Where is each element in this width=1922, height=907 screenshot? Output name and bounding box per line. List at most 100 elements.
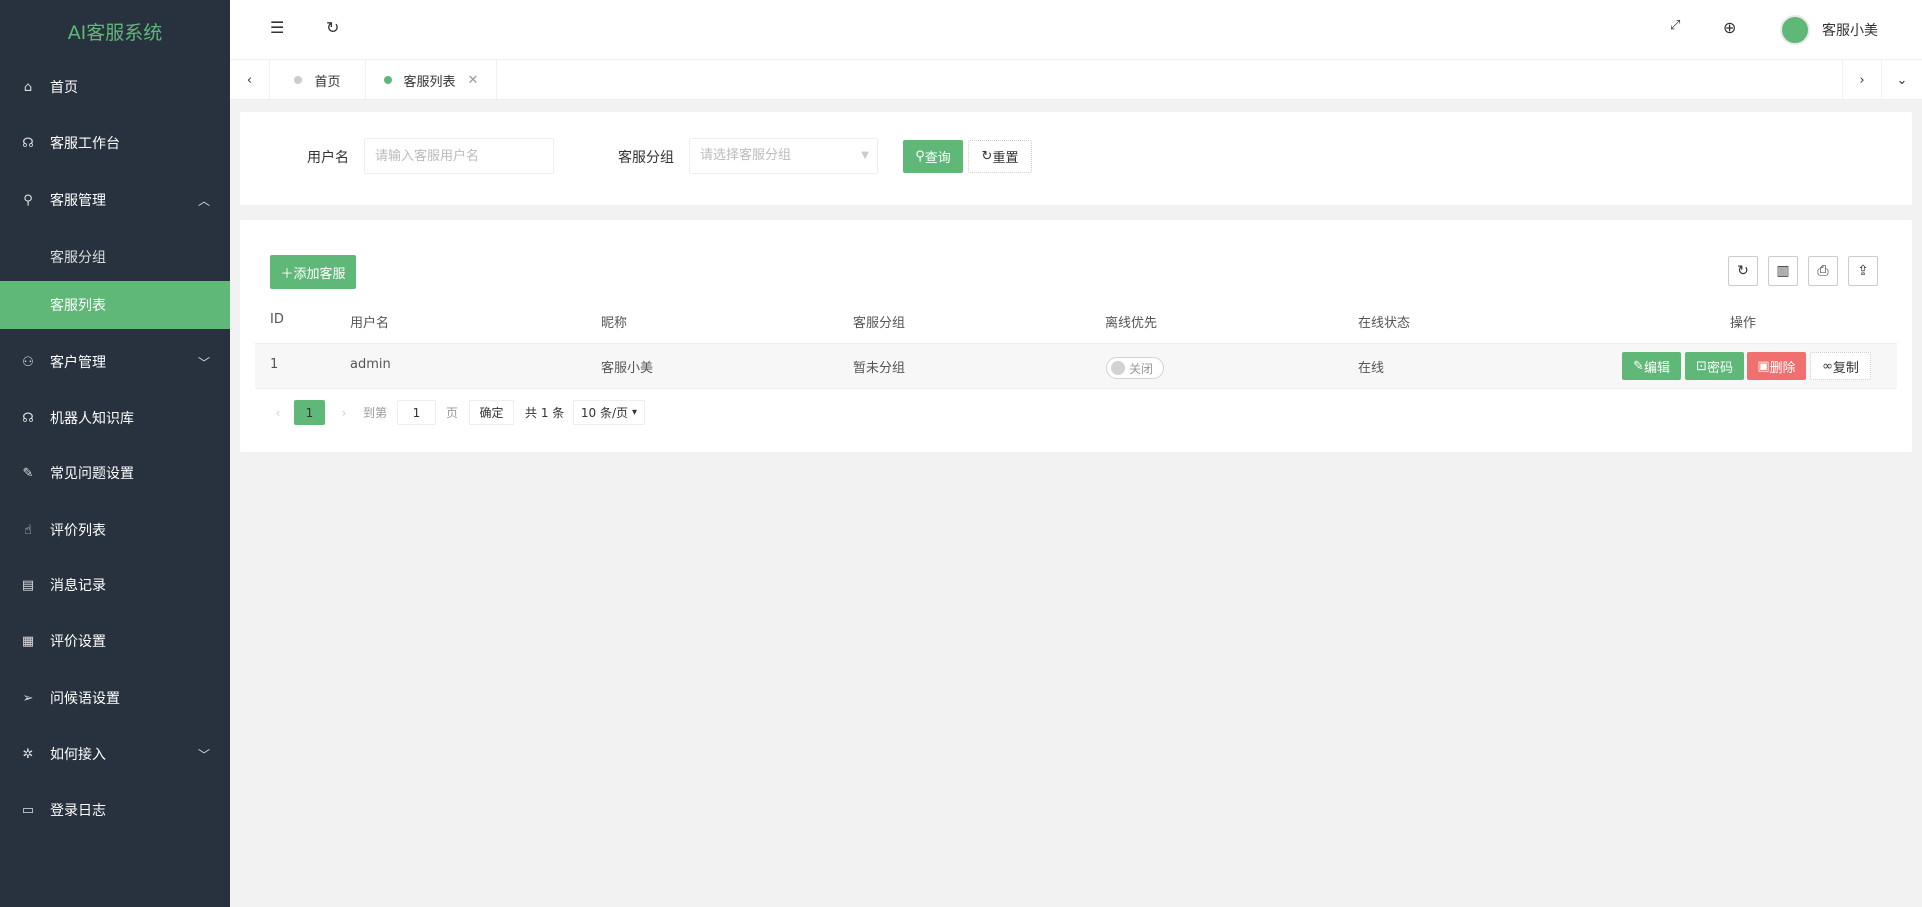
link-icon: ∞: [1822, 358, 1833, 374]
button-label: 添加客服: [293, 266, 346, 282]
sidebar-item-home[interactable]: ⌂ 首页: [0, 59, 230, 115]
reset-button[interactable]: ↻ 重置: [968, 140, 1032, 173]
column-header-actions: 操作: [1730, 316, 1757, 331]
group-select[interactable]: 请选择客服分组 ▼: [689, 138, 878, 174]
tab-bar: ‹ 首页 客服列表 ✕ › ⌄: [230, 60, 1922, 100]
tab-home[interactable]: 首页: [270, 60, 366, 100]
menu-label: 常见问题设置: [50, 466, 134, 482]
plug-icon: ✲: [22, 746, 34, 762]
chevron-up-icon: ︿: [197, 193, 210, 208]
button-label: 重置: [992, 151, 1019, 166]
sidebar-item-faq[interactable]: ✎ 常见问题设置: [0, 445, 230, 501]
page-size-select[interactable]: 10 条/页 ▾: [573, 400, 645, 425]
table-print-button[interactable]: ⎙: [1808, 256, 1838, 286]
next-page-button[interactable]: ›: [336, 400, 352, 425]
prev-page-button[interactable]: ‹: [270, 400, 286, 425]
menu-label: 评价设置: [50, 634, 106, 650]
menu-toggle-icon[interactable]: ☰: [270, 18, 284, 37]
password-button[interactable]: ⊡ 密码: [1685, 352, 1744, 380]
trash-icon: ▣: [1757, 358, 1770, 374]
group-select-placeholder: 请选择客服分组: [700, 148, 792, 163]
menu-label: 客户管理: [50, 355, 106, 371]
users-icon: ⚇: [22, 354, 34, 370]
close-icon[interactable]: ✕: [468, 73, 479, 88]
button-label: 密码: [1706, 360, 1733, 376]
log-icon: ▭: [21, 802, 35, 818]
chevron-left-icon: ‹: [246, 72, 253, 88]
copy-button[interactable]: ∞ 复制: [1810, 352, 1871, 380]
column-header-nickname: 昵称: [601, 316, 628, 331]
sidebar-item-messages[interactable]: ▤ 消息记录: [0, 557, 230, 613]
column-header-offline-first: 离线优先: [1105, 316, 1158, 331]
refresh-icon[interactable]: ↻: [326, 18, 339, 37]
menu-label: 消息记录: [50, 578, 106, 594]
tab-agent-list[interactable]: 客服列表 ✕: [366, 60, 497, 100]
print-icon: ⎙: [1817, 263, 1829, 279]
goto-page-input[interactable]: [397, 400, 436, 425]
tab-dot-icon: [383, 76, 392, 84]
refresh-icon: ↻: [1737, 263, 1749, 279]
tabs-scroll-right[interactable]: ›: [1842, 60, 1882, 100]
table-refresh-button[interactable]: ↻: [1728, 256, 1758, 286]
message-icon: ▤: [21, 577, 35, 593]
menu-label: 机器人知识库: [50, 411, 134, 427]
column-header-group: 客服分组: [853, 316, 906, 331]
goto-confirm-button[interactable]: 确定: [469, 400, 514, 425]
pencil-icon: ✎: [1633, 358, 1644, 374]
menu-label: 问候语设置: [50, 691, 120, 707]
sidebar-item-integration[interactable]: ✲ 如何接入 ﹀: [0, 726, 230, 782]
menu-label: 客服工作台: [50, 136, 120, 152]
total-count: 共 1 条: [525, 406, 565, 420]
cell-id: 1: [270, 357, 279, 372]
sidebar-item-agent-management[interactable]: ⚲ 客服管理 ︿: [0, 172, 230, 228]
sidebar-item-customer-management[interactable]: ⚇ 客户管理 ﹀: [0, 334, 230, 390]
fullscreen-icon[interactable]: ⤢: [1670, 18, 1680, 33]
sidebar-item-agent-groups[interactable]: 客服分组: [0, 233, 230, 281]
sidebar-item-rating-settings[interactable]: ▦ 评价设置: [0, 613, 230, 669]
avatar[interactable]: [1780, 15, 1810, 45]
refresh-icon: ↻: [981, 149, 993, 164]
tab-label: 首页: [314, 74, 341, 90]
chevron-down-icon: ﹀: [197, 747, 210, 762]
column-header-username: 用户名: [350, 316, 390, 331]
sidebar-item-login-log[interactable]: ▭ 登录日志: [0, 782, 230, 838]
sidebar-item-agent-list[interactable]: 客服列表: [0, 281, 230, 329]
chevron-right-icon: ›: [1859, 72, 1865, 88]
sidebar-item-greetings[interactable]: ➢ 问候语设置: [0, 670, 230, 726]
add-agent-button[interactable]: ＋添加客服: [270, 255, 356, 289]
menu-label: 评价列表: [50, 523, 106, 539]
toggle-label: 关闭: [1129, 361, 1154, 376]
app-logo: AI客服系统: [67, 22, 163, 44]
globe-icon[interactable]: ⊕: [1723, 18, 1736, 37]
page-1-button[interactable]: 1: [294, 400, 325, 425]
column-header-online-status: 在线状态: [1358, 316, 1411, 331]
username-input[interactable]: [364, 138, 554, 174]
edit-button[interactable]: ✎ 编辑: [1622, 352, 1681, 380]
table-columns-button[interactable]: ▥: [1768, 256, 1798, 286]
calendar-icon: ▦: [21, 633, 35, 649]
tabs-menu[interactable]: ⌄: [1882, 60, 1922, 100]
button-label: 复制: [1832, 360, 1859, 376]
toggle-knob: [1111, 361, 1125, 375]
cell-username: admin: [350, 357, 391, 372]
top-header: ☰ ↻ ⤢ ⊕ 客服小美: [230, 0, 1922, 60]
table-export-button[interactable]: ⇪: [1848, 256, 1878, 286]
thumb-up-icon: ☝: [24, 522, 32, 538]
query-button[interactable]: ⚲ 查询: [903, 140, 963, 173]
sidebar-item-workbench[interactable]: ☊ 客服工作台: [0, 115, 230, 171]
tabs-scroll-left[interactable]: ‹: [230, 60, 270, 100]
offline-first-toggle[interactable]: 关闭: [1106, 357, 1164, 379]
sidebar: AI客服系统 ⌂ 首页 ☊ 客服工作台 ⚲ 客服管理 ︿ 客服分组 客服列表 ⚇ 客户管理…: [0, 0, 230, 907]
cell-group: 暂未分组: [853, 361, 906, 376]
tab-label: 客服列表: [403, 74, 456, 90]
tab-dot-icon: [294, 76, 303, 84]
button-label: 删除: [1769, 360, 1796, 376]
sidebar-item-knowledge-base[interactable]: ☊ 机器人知识库: [0, 390, 230, 446]
user-name[interactable]: 客服小美: [1822, 20, 1878, 40]
button-label: 查询: [924, 151, 951, 166]
sidebar-item-ratings[interactable]: ☝ 评价列表: [0, 502, 230, 558]
search-icon: ⚲: [915, 149, 925, 164]
user-icon: ⚲: [23, 192, 33, 208]
delete-button[interactable]: ▣ 删除: [1747, 352, 1806, 380]
column-header-id: ID: [270, 312, 284, 327]
